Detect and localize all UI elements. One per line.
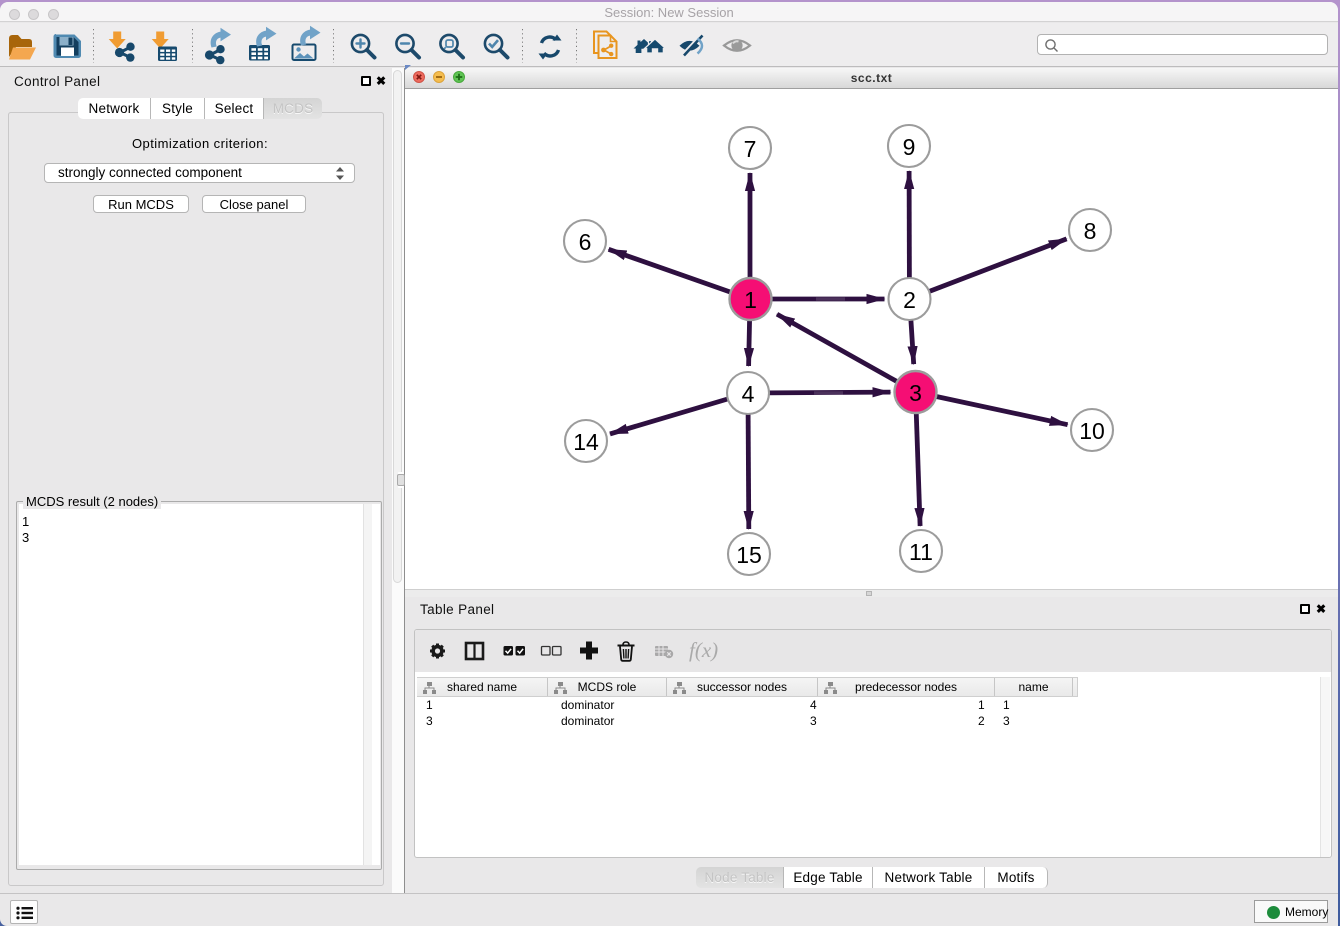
svg-text:8: 8 (1084, 218, 1097, 244)
svg-text:7: 7 (744, 136, 757, 162)
svg-text:f(x): f(x) (689, 638, 718, 662)
svg-text:6: 6 (579, 229, 592, 255)
svg-text:14: 14 (573, 429, 599, 455)
svg-text:4: 4 (742, 381, 755, 407)
svg-text:10: 10 (1079, 418, 1105, 444)
svg-text:1: 1 (744, 287, 757, 313)
svg-text:2: 2 (903, 287, 916, 313)
svg-text:11: 11 (909, 539, 933, 565)
svg-text:9: 9 (903, 134, 916, 160)
svg-text:15: 15 (736, 542, 762, 568)
svg-text:3: 3 (909, 380, 922, 406)
